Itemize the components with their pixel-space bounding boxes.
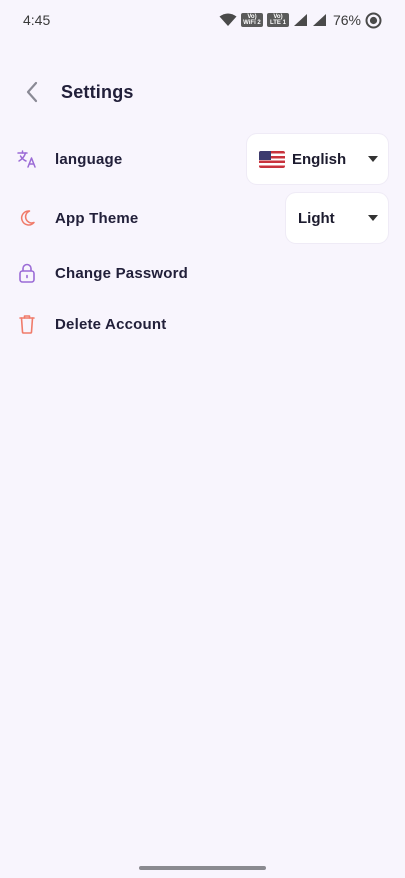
delete-account-label: Delete Account [55, 315, 167, 333]
status-icons: Vo) WiFi 2 Vo) LTE 1 76% [219, 12, 382, 29]
theme-selected: Light [298, 209, 335, 227]
change-password-label: Change Password [55, 264, 189, 282]
trash-icon [16, 313, 38, 335]
lock-icon [16, 262, 38, 284]
home-indicator[interactable] [139, 866, 266, 870]
volte-wifi-icon: Vo) WiFi 2 [240, 13, 263, 27]
page-title: Settings [61, 81, 134, 102]
battery-ring-icon [365, 12, 382, 29]
translate-icon [16, 148, 38, 170]
volte-wifi-line2: WiFi 2 [243, 20, 261, 26]
us-flag-icon [259, 150, 285, 168]
status-time: 4:45 [23, 12, 51, 28]
language-label: language [55, 150, 123, 168]
delete-account-row[interactable]: Delete Account [0, 309, 405, 339]
signal-icon-2 [312, 13, 327, 27]
settings-screen: 4:45 Vo) WiFi 2 Vo) LTE 1 76% Settings l… [0, 0, 405, 878]
language-selected: English [292, 150, 347, 168]
signal-icon-1 [293, 13, 308, 27]
theme-label: App Theme [55, 209, 139, 227]
app-header: Settings [0, 72, 405, 112]
chevron-left-icon [26, 81, 38, 103]
wifi-icon [219, 13, 237, 27]
battery-percentage: 76% [332, 12, 361, 28]
language-dropdown[interactable]: English [247, 134, 388, 184]
theme-dropdown[interactable]: Light [286, 193, 388, 243]
dropdown-caret-icon [368, 156, 378, 162]
volte-lte-icon: Vo) LTE 1 [266, 13, 289, 27]
moon-icon [16, 207, 38, 229]
back-button[interactable] [16, 72, 48, 112]
language-row: language English [0, 134, 405, 184]
change-password-row[interactable]: Change Password [0, 258, 405, 288]
volte-lte-line2: LTE 1 [270, 20, 286, 26]
status-bar: 4:45 Vo) WiFi 2 Vo) LTE 1 76% [0, 0, 405, 40]
dropdown-caret-icon [368, 215, 378, 221]
theme-row: App Theme Light [0, 193, 405, 243]
